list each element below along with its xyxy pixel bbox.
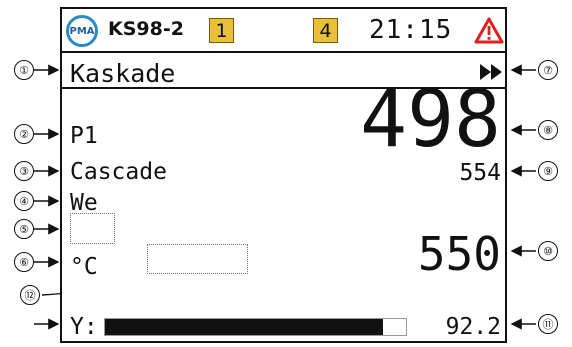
callout-11: ⑪	[538, 314, 558, 334]
output-value: 92.2	[445, 314, 501, 340]
callout-1: ①	[14, 60, 34, 80]
output-label: Y:	[70, 314, 98, 340]
callout-7: ⑦	[538, 60, 558, 80]
callout-6: ⑥	[14, 252, 34, 272]
status-badge-1: 1	[209, 18, 234, 43]
empty-field-12	[147, 244, 248, 274]
callout-12: ⑫	[20, 285, 40, 305]
callout-8: ⑧	[538, 120, 558, 140]
empty-field-5	[70, 213, 115, 244]
status-badge-4: 4	[313, 18, 338, 43]
process-value: 498	[360, 75, 501, 165]
setpoint-value: 550	[417, 227, 501, 281]
callout-2: ②	[14, 124, 34, 144]
pma-logo: PMA	[66, 15, 98, 47]
callout-4: ④	[14, 191, 34, 211]
secondary-value: 554	[459, 160, 501, 186]
unit-label: °C	[70, 254, 98, 280]
clock-time: 21:15	[369, 15, 453, 45]
callout-10: ⑩	[538, 241, 558, 261]
output-bar-fill	[105, 319, 383, 335]
controller-display: PMA KS98-2 1 4 21:15 Kaskade P1 Cascade …	[60, 7, 507, 343]
output-bar	[104, 318, 407, 336]
function-label: Cascade	[70, 159, 167, 185]
mode-label: Kaskade	[70, 59, 176, 88]
loop-label: P1	[70, 123, 98, 149]
callout-3: ③	[14, 161, 34, 181]
header-divider	[62, 51, 505, 53]
device-model: KS98-2	[108, 18, 184, 40]
warning-triangle-icon	[474, 17, 504, 44]
callout-5: ⑤	[14, 219, 34, 239]
callout-9: ⑨	[538, 161, 558, 181]
